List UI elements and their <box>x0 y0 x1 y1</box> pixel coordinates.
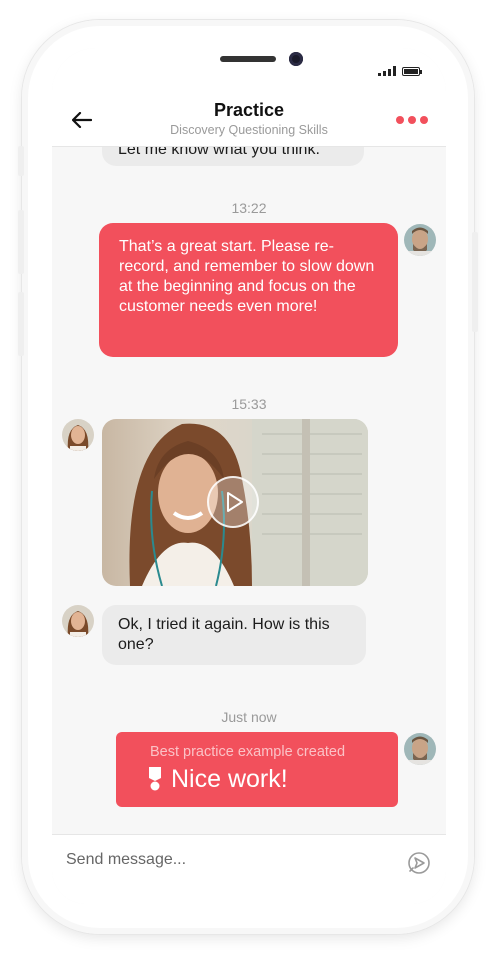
page-title: Practice <box>213 100 285 120</box>
signal-icon <box>378 66 396 76</box>
message-composer: Send message... <box>52 834 446 904</box>
message-text: That’s a great start. Please re-record, … <box>119 238 375 315</box>
more-dots-icon[interactable] <box>396 116 428 124</box>
mute-switch <box>18 146 24 176</box>
speaker-grille <box>220 56 276 62</box>
coach-avatar <box>404 224 436 256</box>
status-bar <box>378 66 422 76</box>
message-text: Ok, I tried it again. How is this one? <box>118 616 330 653</box>
play-button[interactable] <box>207 476 259 528</box>
medal-icon <box>148 767 162 797</box>
battery-icon <box>402 66 422 76</box>
coach-avatar <box>404 733 436 765</box>
notch <box>136 43 362 81</box>
app-screen: Let me know what you think. Practice Dis… <box>52 48 446 904</box>
play-icon <box>227 492 243 512</box>
front-camera <box>289 52 303 66</box>
power-button <box>472 232 478 332</box>
timestamp: 15:33 <box>231 396 267 412</box>
video-message[interactable] <box>102 419 368 586</box>
volume-down-button <box>18 292 24 356</box>
badge-caption: Best practice example created <box>150 744 346 760</box>
send-icon[interactable] <box>406 850 432 881</box>
user-avatar <box>62 419 94 451</box>
message-bubble-user: Ok, I tried it again. How is this one? <box>102 605 366 665</box>
page-subtitle: Discovery Questioning Skills <box>170 123 328 137</box>
best-practice-badge[interactable]: Best practice example created Nice work! <box>116 732 398 807</box>
user-avatar <box>62 605 94 637</box>
timestamp: Just now <box>221 709 277 725</box>
message-input[interactable]: Send message... <box>66 851 186 869</box>
badge-title: Nice work! <box>171 765 288 793</box>
timestamp: 13:22 <box>231 200 267 216</box>
message-bubble-coach: That’s a great start. Please re-record, … <box>99 223 398 357</box>
volume-up-button <box>18 210 24 274</box>
